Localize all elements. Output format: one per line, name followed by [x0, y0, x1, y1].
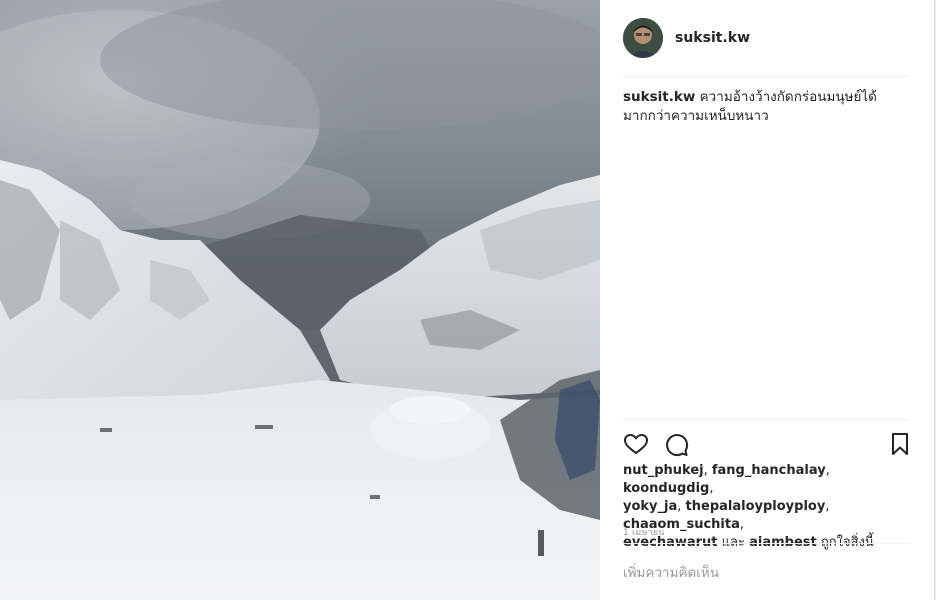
action-bar	[623, 419, 910, 465]
liker-username[interactable]: fang_hanchalay	[712, 463, 826, 478]
comment-input[interactable]	[623, 562, 910, 584]
post-timestamp[interactable]: 1 เมษายน	[623, 525, 665, 539]
liker-separator: ,	[825, 463, 830, 478]
comment-section	[623, 543, 910, 600]
avatar[interactable]	[623, 18, 663, 58]
liker-username[interactable]: yoky_ja	[623, 499, 677, 514]
liker-username[interactable]: thepalaloyployploy	[686, 499, 826, 514]
post-side-panel: suksit.kw suksit.kw ความอ้างว้างกัดกร่อน…	[600, 0, 935, 600]
liker-separator: ,	[739, 517, 745, 532]
liked-by-text: nut_phukej, fang_hanchalay, koondugdig, …	[623, 462, 913, 552]
caption-username[interactable]: suksit.kw	[623, 89, 695, 105]
liker-separator: ,	[709, 481, 714, 496]
post-caption: suksit.kw ความอ้างว้างกัดกร่อนมนุษย์ได้ม…	[623, 88, 910, 126]
comment-bubble-icon[interactable]	[663, 431, 689, 457]
header-username[interactable]: suksit.kw	[675, 30, 750, 46]
avatar-image	[623, 18, 663, 58]
liker-username[interactable]: nut_phukej	[623, 463, 704, 478]
post-photo[interactable]	[0, 0, 600, 600]
liker-separator: ,	[703, 463, 712, 478]
snowy-mountain-valley-image	[0, 0, 600, 600]
bookmark-icon[interactable]	[887, 431, 913, 457]
liker-separator: ,	[677, 499, 686, 514]
liker-separator: ,	[825, 499, 830, 514]
liker-username[interactable]: koondugdig	[623, 481, 709, 496]
heart-icon[interactable]	[623, 431, 649, 457]
post-header: suksit.kw	[623, 0, 910, 77]
